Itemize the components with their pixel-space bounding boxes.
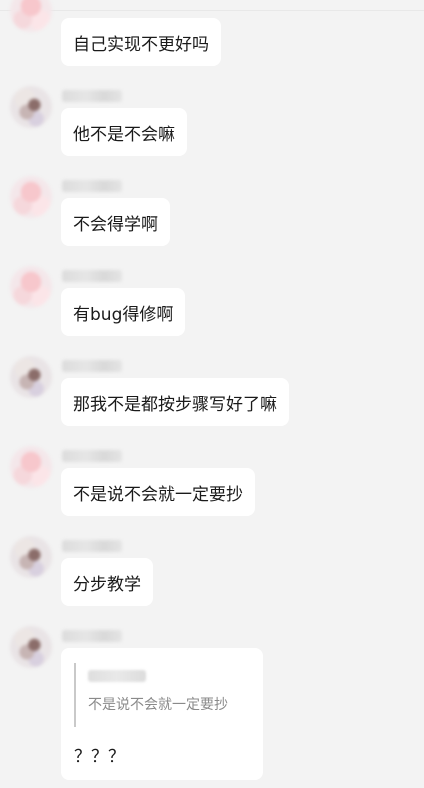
quoted-message-text[interactable]: 不是说不会就一定要抄 [88, 694, 228, 714]
quote-bar [74, 663, 76, 727]
sender-name [62, 540, 122, 552]
avatar[interactable] [10, 536, 52, 578]
message-bubble[interactable]: 分步教学 [61, 558, 153, 606]
avatar[interactable] [10, 176, 52, 218]
avatar[interactable] [10, 356, 52, 398]
avatar[interactable] [10, 0, 52, 32]
message-bubble[interactable]: 那我不是都按步骤写好了嘛 [61, 378, 289, 426]
message-text: ？？？ [74, 747, 125, 767]
message-bubble[interactable]: 他不是不会嘛 [61, 108, 187, 156]
message-bubble[interactable]: 有bug得修啊 [61, 288, 186, 336]
message-text: 有bug得修啊 [73, 304, 174, 325]
avatar[interactable] [10, 86, 52, 128]
sender-name [62, 630, 122, 642]
avatar[interactable] [10, 446, 52, 488]
message-bubble[interactable]: 不是说不会就一定要抄 [61, 468, 255, 516]
message-text: 那我不是都按步骤写好了嘛 [73, 394, 277, 415]
sender-name [62, 270, 122, 282]
sender-name [62, 450, 122, 462]
message-text: 不是说不会就一定要抄 [73, 484, 243, 505]
message-bubble[interactable]: 自己实现不更好吗 [61, 18, 221, 66]
message-text: 分步教学 [73, 574, 141, 595]
quoted-sender-name [88, 670, 146, 682]
sender-name [62, 180, 122, 192]
reply-bubble[interactable]: 不是说不会就一定要抄 ？？？ [61, 648, 263, 780]
sender-name [62, 90, 122, 102]
message-text: 不会得学啊 [73, 214, 158, 235]
avatar[interactable] [10, 626, 52, 668]
top-divider [0, 10, 424, 11]
message-text: 自己实现不更好吗 [73, 34, 209, 55]
sender-name [62, 360, 122, 372]
message-bubble[interactable]: 不会得学啊 [61, 198, 170, 246]
message-text: 他不是不会嘛 [73, 124, 175, 145]
avatar[interactable] [10, 266, 52, 308]
